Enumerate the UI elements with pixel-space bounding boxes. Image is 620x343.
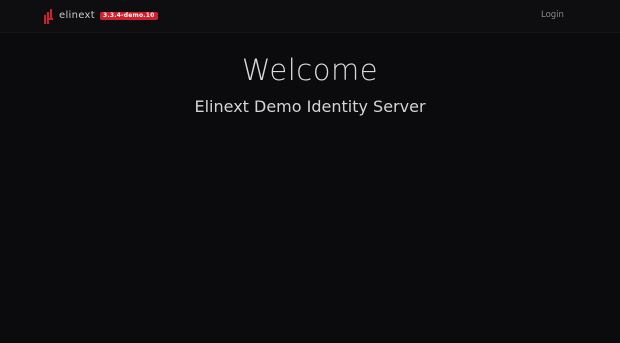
page-title: Welcome [241,53,379,87]
navbar: elinext 3.3.4-demo.10 Login [0,0,620,33]
version-badge: 3.3.4-demo.10 [99,12,158,20]
logo-text: elinext [59,10,95,21]
brand[interactable]: elinext 3.3.4-demo.10 [44,8,158,24]
elinext-logo-icon [44,8,53,24]
login-link[interactable]: Login [541,10,564,20]
page-subtitle: Elinext Demo Identity Server [194,97,426,116]
